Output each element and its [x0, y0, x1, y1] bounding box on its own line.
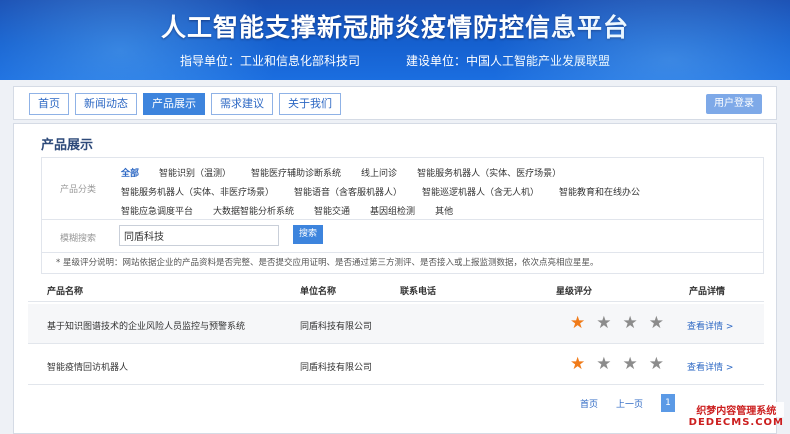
category-row-3: 智能应急调度平台 大数据智能分析系统 智能交通 基因组检测 其他 — [121, 204, 473, 217]
category-item[interactable]: 智能医疗辅助诊断系统 — [251, 166, 341, 179]
category-item[interactable]: 智能巡逻机器人（含无人机） — [422, 185, 539, 198]
watermark-text: 织梦内容管理系统 — [688, 402, 784, 417]
org-name: 同盾科技有限公司 — [300, 322, 373, 332]
site-title: 人工智能支撑新冠肺炎疫情防控信息平台 — [160, 13, 629, 42]
table-row: 智能疫情回访机器人 同盾科技有限公司 ★ ★ ★ ★ 查看详情 > — [28, 345, 764, 385]
category-item[interactable]: 智能语音（含客服机器人） — [294, 185, 402, 198]
rating-note: * 星级评分说明：网站依据企业的产品资料是否完整、是否提交应用证明、是否通过第三… — [41, 253, 764, 274]
category-row-1: 全部 智能识别（温测） 智能医疗辅助诊断系统 线上问诊 智能服务机器人（实体、医… — [121, 166, 581, 179]
view-detail-link[interactable]: 查看详情 > — [687, 360, 733, 373]
nav-tabs: 首页 新闻动态 产品展示 需求建议 关于我们 — [29, 93, 341, 115]
view-detail-link[interactable]: 查看详情 > — [687, 319, 733, 332]
nav-tab-about[interactable]: 关于我们 — [279, 93, 341, 115]
star-empty-icon: ★ — [622, 354, 638, 374]
nav-tab-suggestions[interactable]: 需求建议 — [211, 93, 273, 115]
star-rating: ★ ★ ★ ★ — [570, 313, 664, 333]
header-subtitle: 指导单位：工业和信息化部科技司 建设单位：中国人工智能产业发展联盟 — [0, 52, 790, 69]
category-item[interactable]: 智能应急调度平台 — [121, 204, 193, 217]
col-detail: 产品详情 — [689, 287, 726, 297]
product-panel: 产品展示 产品分类 全部 智能识别（温测） 智能医疗辅助诊断系统 线上问诊 智能… — [13, 123, 777, 434]
header-banner: 人工智能支撑新冠肺炎疫情防控信息平台 指导单位：工业和信息化部科技司 建设单位：… — [0, 0, 790, 80]
category-item[interactable]: 基因组检测 — [370, 204, 415, 217]
nav-bar: 首页 新闻动态 产品展示 需求建议 关于我们 用户登录 — [13, 86, 777, 120]
star-empty-icon: ★ — [648, 354, 664, 374]
search-input[interactable] — [119, 225, 279, 246]
star-empty-icon: ★ — [622, 313, 638, 333]
category-all[interactable]: 全部 — [121, 166, 139, 179]
pagination: 首页 上一页 1 — [580, 394, 676, 412]
page-current[interactable]: 1 — [661, 394, 676, 412]
category-item[interactable]: 智能教育和在线办公 — [559, 185, 640, 198]
star-filled-icon: ★ — [570, 313, 586, 333]
category-item[interactable]: 智能识别（温测） — [159, 166, 231, 179]
category-item[interactable]: 其他 — [435, 204, 453, 217]
user-login-button[interactable]: 用户登录 — [706, 94, 762, 114]
star-rating: ★ ★ ★ ★ — [570, 354, 664, 374]
table-header: 产品名称 单位名称 联系电话 星级评分 产品详情 — [28, 278, 764, 302]
category-label: 产品分类 — [60, 185, 97, 195]
col-org-name: 单位名称 — [300, 287, 337, 297]
col-rating: 星级评分 — [556, 287, 593, 297]
category-row-2: 智能服务机器人（实体、非医疗场景） 智能语音（含客服机器人） 智能巡逻机器人（含… — [121, 185, 660, 198]
page-prev-link[interactable]: 上一页 — [616, 397, 643, 410]
category-item[interactable]: 线上问诊 — [361, 166, 397, 179]
section-title: 产品展示 — [41, 138, 94, 153]
watermark: 织梦内容管理系统 DEDECMS.COM — [688, 402, 784, 428]
category-item[interactable]: 智能服务机器人（实体、非医疗场景） — [121, 185, 274, 198]
category-item[interactable]: 智能交通 — [314, 204, 350, 217]
search-label: 模糊搜索 — [60, 234, 97, 244]
star-empty-icon: ★ — [596, 313, 612, 333]
col-product-name: 产品名称 — [47, 287, 84, 297]
category-filter: 产品分类 全部 智能识别（温测） 智能医疗辅助诊断系统 线上问诊 智能服务机器人… — [41, 157, 764, 220]
watermark-domain: DEDECMS.COM — [688, 417, 784, 428]
search-button[interactable]: 搜索 — [293, 225, 324, 244]
product-name: 智能疫情回访机器人 — [47, 363, 129, 373]
page-first-link[interactable]: 首页 — [580, 397, 598, 410]
star-filled-icon: ★ — [570, 354, 586, 374]
star-empty-icon: ★ — [648, 313, 664, 333]
build-unit: 建设单位：中国人工智能产业发展联盟 — [406, 54, 611, 68]
product-name: 基于知识图谱技术的企业风险人员监控与预警系统 — [47, 322, 246, 332]
org-name: 同盾科技有限公司 — [300, 363, 373, 373]
nav-tab-news[interactable]: 新闻动态 — [75, 93, 137, 115]
nav-tab-products[interactable]: 产品展示 — [143, 93, 205, 115]
category-item[interactable]: 智能服务机器人（实体、医疗场景） — [417, 166, 561, 179]
col-phone: 联系电话 — [400, 287, 437, 297]
star-empty-icon: ★ — [596, 354, 612, 374]
guide-unit: 指导单位：工业和信息化部科技司 — [179, 54, 360, 68]
table-row: 基于知识图谱技术的企业风险人员监控与预警系统 同盾科技有限公司 ★ ★ ★ ★ … — [28, 304, 764, 344]
category-item[interactable]: 大数据智能分析系统 — [213, 204, 294, 217]
search-bar: 模糊搜索 搜索 — [41, 220, 764, 253]
nav-tab-home[interactable]: 首页 — [29, 93, 69, 115]
